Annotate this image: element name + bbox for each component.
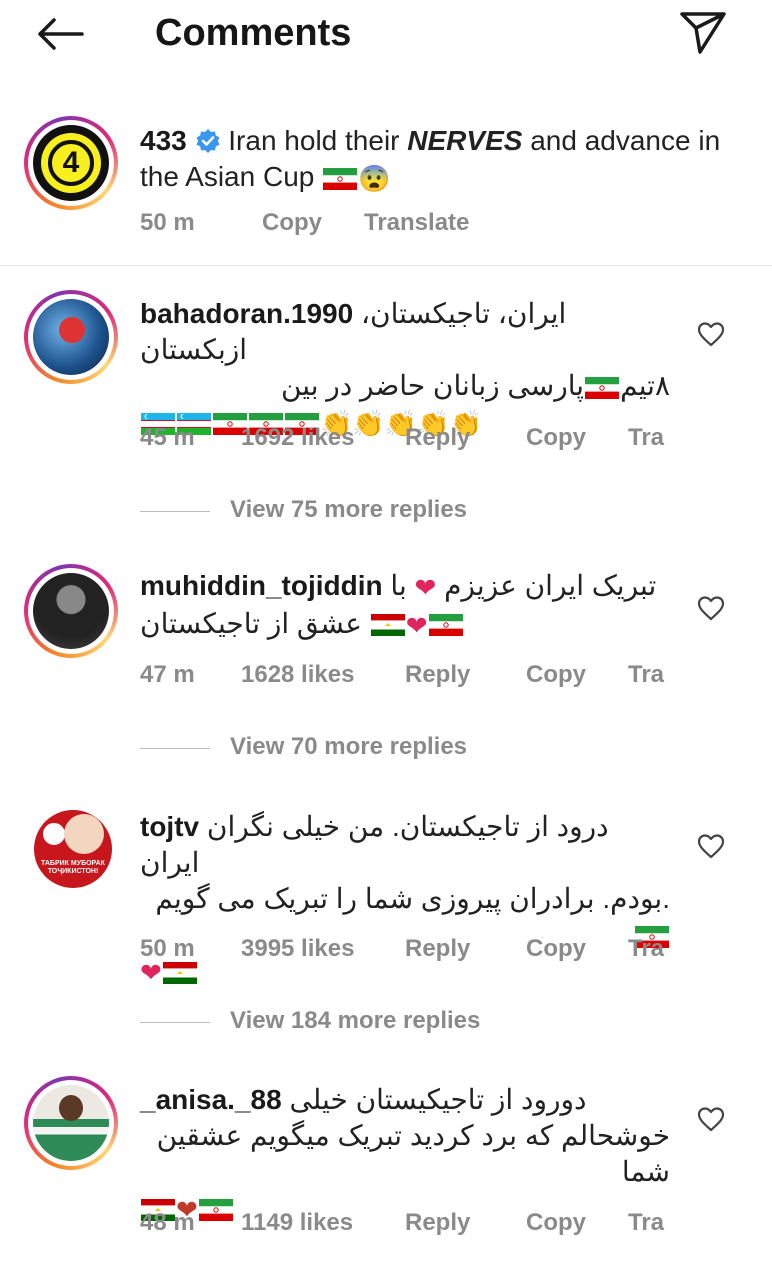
heart-outline-icon[interactable]	[697, 321, 725, 347]
red-heart-emoji: ❤	[405, 610, 428, 641]
comment-username[interactable]: bahadoran.1990	[140, 298, 353, 329]
comment-body: درود از تاجیکستان. من خیلی نگران ایران	[140, 811, 609, 878]
send-icon[interactable]	[676, 8, 730, 56]
avatar-tojtv[interactable]: ТАБРИК МУБОРАК ТОҶИКИСТОН!	[34, 810, 112, 888]
comment-time: 45 m	[140, 424, 195, 451]
translate-button[interactable]: Tra	[628, 424, 664, 452]
view-replies-label: View 184 more replies	[230, 1007, 481, 1034]
comment-line: muhiddin_tojiddin با ❤ تبریک ایران عزیزم	[140, 568, 670, 606]
comment-time: 50 m	[140, 935, 195, 962]
comment-time: 48 m	[140, 1209, 195, 1236]
view-replies-line	[140, 748, 210, 749]
heart-outline-icon[interactable]	[697, 1106, 725, 1132]
comment-body: تبریک ایران عزیزم	[444, 570, 657, 601]
comment-body: ۸تیم	[620, 370, 670, 401]
avatar-image: 4	[33, 125, 109, 201]
heart-outline-icon[interactable]	[697, 595, 725, 621]
comment-username[interactable]: tojtv	[140, 811, 199, 842]
copy-button[interactable]: Copy	[526, 424, 586, 452]
comment-username[interactable]: muhiddin_tojiddin	[140, 570, 383, 601]
avatar-caption: ТАБРИК МУБОРАК ТОҶИКИСТОН!	[41, 860, 105, 875]
avatar-figure	[59, 1095, 83, 1121]
header-bar: Comments	[0, 0, 772, 70]
comment-body: .بودم. برادران پیروزی شما را تبریک می گو…	[155, 883, 670, 914]
avatar-433[interactable]: 4	[24, 116, 118, 210]
reply-button[interactable]: Reply	[405, 935, 470, 963]
caption-username[interactable]: 433	[140, 125, 187, 156]
avatar-image	[33, 573, 109, 649]
comment-time: 47 m	[140, 661, 195, 688]
caption-time: 50 m	[140, 209, 195, 236]
view-replies-label: View 75 more replies	[230, 496, 468, 523]
red-heart-emoji: ❤	[414, 572, 437, 603]
comment-text: _anisa._88 دورود از تاجیکیستان خیلی خوشح…	[140, 1082, 670, 1228]
copy-button[interactable]: Copy	[526, 1209, 586, 1237]
reply-button[interactable]: Reply	[405, 424, 470, 452]
iran-flag	[199, 1199, 233, 1221]
comment-line: _anisa._88 دورود از تاجیکیستان خیلی	[140, 1082, 670, 1118]
iran-flag	[429, 614, 463, 636]
translate-button[interactable]: Tra	[628, 661, 664, 689]
avatar-anisa[interactable]	[24, 1076, 118, 1170]
page-title: Comments	[155, 12, 352, 54]
view-replies-line	[140, 1022, 210, 1023]
avatar-bahadoran[interactable]	[24, 290, 118, 384]
avatar-muhiddin[interactable]	[24, 564, 118, 658]
reply-button[interactable]: Reply	[405, 661, 470, 689]
caption-copy-button[interactable]: Copy	[262, 209, 322, 237]
comment-line: tojtv درود از تاجیکستان. من خیلی نگران ا…	[140, 809, 670, 881]
comment-likes[interactable]: 1628 likes	[241, 661, 354, 689]
fearful-emoji: 😨	[358, 163, 391, 194]
comment-line: ۸تیم پارسی زبانان حاضر در بین	[140, 368, 670, 404]
comment-body: دورود از تاجیکیستان خیلی	[289, 1084, 587, 1115]
comment-body: با	[390, 570, 407, 601]
comment-text: bahadoran.1990 ایران، تاجیکستان، ازبکستا…	[140, 296, 670, 442]
comment-line: bahadoran.1990 ایران، تاجیکستان، ازبکستا…	[140, 296, 670, 368]
comment-username[interactable]: _anisa._88	[140, 1084, 282, 1115]
comment-line: خوشحالم که برد کردید تبریک میگویم عشقین …	[140, 1118, 670, 1190]
comment-line: عشق از تاجیکستان ❤	[140, 606, 670, 644]
logo-433: 4	[41, 133, 101, 193]
reply-button[interactable]: Reply	[405, 1209, 470, 1237]
caption-text-pre: Iran hold their	[228, 125, 408, 156]
comment-likes[interactable]: 1149 likes	[241, 1209, 353, 1237]
avatar-figure	[59, 317, 85, 343]
divider	[0, 265, 772, 266]
heart-outline-icon[interactable]	[697, 833, 725, 859]
verified-icon	[196, 129, 219, 153]
caption-translate-button[interactable]: Translate	[364, 209, 469, 237]
view-replies-label: View 70 more replies	[230, 733, 468, 760]
caption-text-bold: NERVES	[407, 125, 523, 156]
logo-433-number: 4	[48, 140, 94, 186]
comment-body: عشق از تاجیکستان	[140, 607, 362, 639]
comment-body: پارسی زبانان حاضر در بین	[280, 370, 585, 401]
comment-text: muhiddin_tojiddin با ❤ تبریک ایران عزیزم…	[140, 568, 670, 643]
back-arrow-icon[interactable]	[30, 12, 90, 56]
caption-text: 433 Iran hold their NERVES and advance i…	[140, 123, 740, 197]
avatar-image	[33, 1085, 109, 1161]
copy-button[interactable]: Copy	[526, 935, 586, 963]
copy-button[interactable]: Copy	[526, 661, 586, 689]
iran-flag	[323, 168, 357, 190]
tajikistan-flag	[163, 962, 197, 984]
comment-likes[interactable]: 1692 likes	[241, 424, 354, 452]
comment-text: tojtv درود از تاجیکستان. من خیلی نگران ا…	[140, 809, 670, 991]
iran-flag	[585, 377, 619, 399]
translate-button[interactable]: Tra	[628, 935, 664, 963]
comment-body: خوشحالم که برد کردید تبریک میگویم عشقین …	[156, 1120, 670, 1187]
tajikistan-flag	[371, 614, 405, 636]
translate-button[interactable]: Tra	[628, 1209, 664, 1237]
avatar-faces	[64, 814, 104, 854]
view-replies-line	[140, 511, 210, 512]
comment-likes[interactable]: 3995 likes	[241, 935, 354, 963]
avatar-image	[33, 299, 109, 375]
